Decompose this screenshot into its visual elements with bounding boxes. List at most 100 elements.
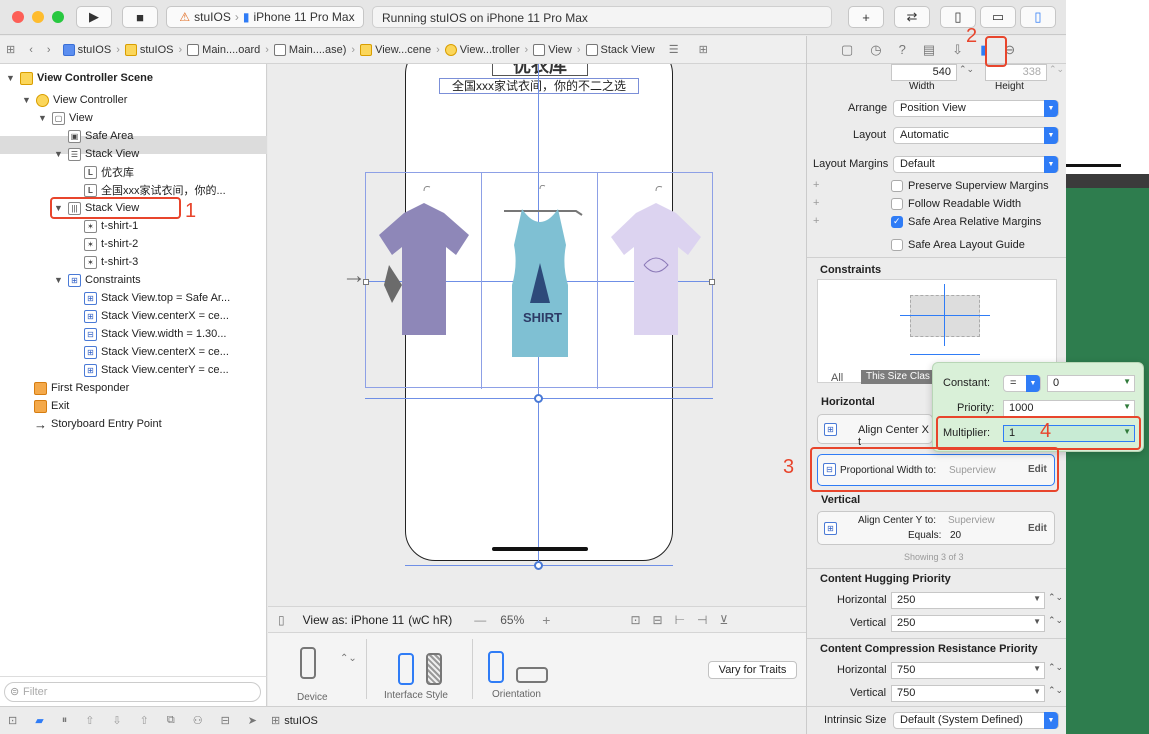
landscape-icon[interactable] xyxy=(516,667,548,683)
t-shirt-1-image[interactable] xyxy=(374,185,474,365)
lines-icon[interactable]: ☰ xyxy=(669,43,679,56)
breadcrumb-item[interactable]: stuIOS xyxy=(124,43,173,56)
breadcrumb-item[interactable]: Main....ase) xyxy=(273,43,346,56)
resist-vertical-field[interactable]: 750 ▼ xyxy=(891,685,1045,702)
add-constraints-icon[interactable]: ⊣ xyxy=(697,613,707,627)
scheme-selector[interactable]: ⚠ stuIOS › ▮ iPhone 11 Pro Max xyxy=(166,6,364,28)
toggle-debug-button[interactable]: ▭ xyxy=(980,6,1016,28)
update-frames-icon[interactable]: ⊡ xyxy=(630,613,640,627)
readable-width-checkbox[interactable] xyxy=(891,198,903,210)
outline-item-constraint[interactable]: ⊟ Stack View.width = 1.30... xyxy=(84,325,226,343)
outline-item-exit[interactable]: Exit xyxy=(34,397,69,415)
subtitle-label[interactable]: 全国xxx家试衣间，你的不二之选 xyxy=(439,78,639,94)
breadcrumb-item[interactable]: View...cene xyxy=(360,43,431,56)
view-as-label[interactable]: View as: iPhone 11 xyxy=(303,613,405,627)
disclosure-icon[interactable]: ▼ xyxy=(6,73,16,83)
outline-item-view[interactable]: ▼ ▢ View xyxy=(38,109,93,127)
vary-for-traits-button[interactable]: Vary for Traits xyxy=(708,661,797,679)
device-icon[interactable] xyxy=(300,647,316,679)
embed-in-stack-icon[interactable]: ⊟ xyxy=(653,613,663,627)
step-out-icon[interactable]: ⇧ xyxy=(140,714,149,727)
safe-area-guide-checkbox[interactable] xyxy=(891,239,903,251)
align-center-x-card[interactable]: ⊞ Align Center X t xyxy=(817,414,933,448)
tab-all[interactable]: All xyxy=(831,372,843,384)
hug-horizontal-stepper[interactable]: ⌃⌄ xyxy=(1048,592,1063,603)
t-shirt-3-image[interactable] xyxy=(606,185,706,365)
breadcrumb-item[interactable]: Main....oard xyxy=(187,43,260,56)
breadcrumb-item[interactable]: View...troller xyxy=(444,43,520,56)
view-hierarchy-icon[interactable]: ⧉ xyxy=(167,714,175,727)
outline-item-constraint[interactable]: ⊞ Stack View.centerY = ce... xyxy=(84,361,229,379)
outline-item-image[interactable]: ✶ t-shirt-1 xyxy=(84,217,138,235)
preserve-margins-checkbox[interactable] xyxy=(891,180,903,192)
filter-input[interactable]: ⊜ Filter xyxy=(4,682,261,702)
resist-horizontal-field[interactable]: 750 ▼ xyxy=(891,662,1045,679)
layout-margins-popup[interactable]: Default ▼ xyxy=(893,156,1059,173)
plus-icon[interactable]: + xyxy=(813,179,819,191)
resize-handle[interactable] xyxy=(534,561,543,570)
stop-button[interactable]: ■ xyxy=(122,6,158,28)
resist-horizontal-stepper[interactable]: ⌃⌄ xyxy=(1048,662,1063,673)
tab-this-size-class[interactable]: This Size Clas xyxy=(861,370,941,384)
help-inspector-icon[interactable]: ? xyxy=(899,42,906,57)
sidebar-toggle-icon[interactable]: ▯ xyxy=(278,613,285,627)
outline-item-constraint[interactable]: ⊞ Stack View.centerX = ce... xyxy=(84,307,229,325)
constant-field[interactable]: 0 ▼ xyxy=(1047,375,1135,392)
resolve-issues-icon[interactable]: ⊻ xyxy=(719,613,728,627)
grid-icon[interactable]: ⊞ xyxy=(6,43,15,56)
hug-horizontal-field[interactable]: 250 ▼ xyxy=(891,592,1045,609)
disclosure-icon[interactable]: ▼ xyxy=(54,149,64,159)
outline-item-constraint[interactable]: ⊞ Stack View.top = Safe Ar... xyxy=(84,289,230,307)
breadcrumb-item[interactable]: stuIOS xyxy=(62,43,111,56)
stepper-icon[interactable]: ⌃⌄ xyxy=(340,653,357,664)
outline-item-safe-area[interactable]: ▣ Safe Area xyxy=(68,127,133,145)
breadcrumb-item[interactable]: Stack View xyxy=(585,43,655,56)
attributes-inspector-icon[interactable]: ⇩ xyxy=(952,42,963,58)
close-window-button[interactable] xyxy=(12,11,24,23)
outline-item-entry-point[interactable]: → Storyboard Entry Point xyxy=(34,415,162,433)
breadcrumb-item[interactable]: View xyxy=(533,43,572,56)
disclosure-icon[interactable]: ▼ xyxy=(38,113,48,123)
hug-vertical-field[interactable]: 250 ▼ xyxy=(891,615,1045,632)
relation-popup[interactable]: = ▼ xyxy=(1003,375,1041,392)
zoom-in-icon[interactable]: + xyxy=(542,612,550,628)
outline-item-constraint[interactable]: ⊞ Stack View.centerX = ce... xyxy=(84,343,229,361)
outline-item-image[interactable]: ✶ t-shirt-2 xyxy=(84,235,138,253)
add-editor-icon[interactable]: ⊞ xyxy=(699,43,708,56)
file-inspector-icon[interactable]: ▢ xyxy=(841,42,853,58)
back-button[interactable]: ‹ xyxy=(29,44,33,56)
breakpoints-icon[interactable]: ▰ xyxy=(35,714,43,727)
location-icon[interactable]: ➤ xyxy=(248,714,257,727)
disclosure-icon[interactable]: ▼ xyxy=(22,95,32,105)
outline-item-image[interactable]: ✶ t-shirt-3 xyxy=(84,253,138,271)
library-button[interactable]: + xyxy=(848,6,884,28)
outline-item-label[interactable]: L 优衣库 xyxy=(84,163,134,181)
layout-popup[interactable]: Automatic ▼ xyxy=(893,127,1059,144)
environment-icon[interactable]: ⊟ xyxy=(221,714,230,727)
align-center-y-card[interactable]: ⊞ Align Center Y to: Superview Equals: 2… xyxy=(817,511,1055,545)
safe-area-margins-checkbox[interactable] xyxy=(891,216,903,228)
history-inspector-icon[interactable]: ◷ xyxy=(870,42,881,58)
resize-handle[interactable] xyxy=(709,279,715,285)
horizontal-stack-view[interactable]: SHIRT xyxy=(365,172,713,389)
outline-item-constraints[interactable]: ▼ ⊞ Constraints xyxy=(54,271,141,289)
memory-graph-icon[interactable]: ⚇ xyxy=(193,714,203,727)
resize-handle[interactable] xyxy=(534,394,543,403)
zoom-out-icon[interactable]: — xyxy=(474,613,486,627)
toggle-inspector-button[interactable]: ▯ xyxy=(1020,6,1056,28)
step-over-icon[interactable]: ⇧ xyxy=(85,714,94,727)
light-mode-icon[interactable] xyxy=(398,653,414,685)
code-review-button[interactable]: ⇄ xyxy=(894,6,930,28)
resist-vertical-stepper[interactable]: ⌃⌄ xyxy=(1048,685,1063,696)
edit-button[interactable]: Edit xyxy=(1028,523,1047,534)
t-shirt-2-image[interactable]: SHIRT xyxy=(490,184,590,365)
hide-debug-icon[interactable]: ⊡ xyxy=(8,714,17,727)
storyboard-canvas[interactable]: 优衣库 全国xxx家试衣间，你的不二之选 SHIRT xyxy=(268,64,806,606)
plus-icon[interactable]: + xyxy=(813,197,819,209)
priority-field[interactable]: 1000 ▼ xyxy=(1003,400,1135,417)
step-in-icon[interactable]: ⇩ xyxy=(112,714,121,727)
arrange-popup[interactable]: Position View ▼ xyxy=(893,100,1059,117)
height-stepper[interactable]: ⌃⌄ xyxy=(1049,64,1064,75)
disclosure-icon[interactable]: ▼ xyxy=(54,275,64,285)
title-label[interactable]: 优衣库 xyxy=(492,64,588,76)
